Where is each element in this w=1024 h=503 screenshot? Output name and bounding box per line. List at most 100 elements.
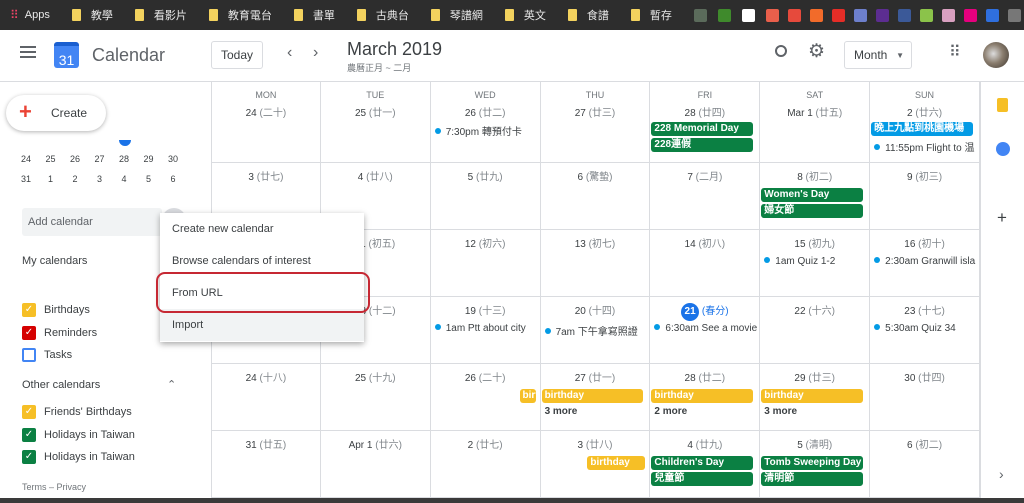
date-label[interactable]: 28 (廿二) [650, 369, 759, 384]
timed-event[interactable]: 1am Quiz 1-2 [764, 256, 867, 267]
mini-day[interactable]: 29 [139, 154, 159, 164]
day-cell[interactable]: 30 (廿四) [870, 364, 980, 431]
google-apps-icon[interactable]: ⠿ [949, 42, 961, 62]
more-events-link[interactable]: 3 more [764, 406, 797, 417]
bookmark-favicon-icon[interactable] [717, 8, 731, 22]
mini-day[interactable]: 2 [65, 174, 85, 184]
date-label[interactable]: 13 (初七) [541, 235, 650, 250]
date-label[interactable]: 6 (初二) [870, 436, 979, 451]
bookmark-folder[interactable]: 書單 [293, 7, 335, 23]
mini-day[interactable]: 4 [114, 174, 134, 184]
view-select[interactable]: Month ▼ [844, 41, 912, 69]
date-label[interactable]: 26 (二十) [431, 369, 540, 384]
bookmark-favicon-icon[interactable] [875, 8, 889, 22]
bookmark-favicon-icon[interactable] [963, 8, 977, 22]
mini-day[interactable]: 24 [16, 154, 36, 164]
bookmark-folder[interactable]: 英文 [504, 7, 546, 23]
day-cell[interactable]: 23 (十七) 5:30am Quiz 34 [870, 297, 980, 364]
birthday-event-chip[interactable]: birthday [541, 389, 644, 403]
date-label[interactable]: 2 (廿七) [431, 436, 540, 451]
calendar-checkbox[interactable]: ✓ [22, 325, 36, 340]
day-cell[interactable]: TUE 25 (廿一) [320, 82, 431, 163]
day-cell[interactable]: 13 (初七) [540, 230, 651, 297]
day-cell[interactable]: 15 (初九) 1am Quiz 1-2 [760, 230, 871, 297]
mini-day[interactable]: 1 [41, 174, 61, 184]
date-label[interactable]: 27 (廿三) [541, 104, 650, 119]
date-label[interactable]: 23 (十七) [870, 302, 979, 317]
day-cell[interactable]: WED 26 (廿二) 7:30pm 轉預付卡 [430, 82, 541, 163]
mini-day[interactable]: 28 [114, 154, 134, 164]
calendar-checkbox[interactable]: ✓ [22, 405, 36, 419]
menu-item-import[interactable]: Import [160, 309, 364, 341]
date-label[interactable]: 31 (廿五) [212, 436, 320, 451]
bookmark-favicon-icon[interactable] [831, 8, 845, 22]
mini-day[interactable]: 25 [41, 154, 61, 164]
timed-event[interactable]: 7:30pm 轉預付卡 [435, 123, 538, 138]
date-label[interactable]: 30 (廿四) [870, 369, 979, 384]
day-cell[interactable]: 27 (廿一) birthday 3 more [540, 364, 651, 431]
day-cell[interactable]: 22 (十六) [760, 297, 871, 364]
mini-day[interactable]: 27 [90, 154, 110, 164]
date-label[interactable]: 22 (十六) [760, 302, 869, 317]
day-cell[interactable]: 24 (十八) [211, 364, 321, 431]
collapse-chevron-icon[interactable]: ⌃ [167, 378, 176, 391]
day-cell[interactable]: MON 24 (二十) [211, 82, 321, 163]
create-button[interactable]: + Create [6, 95, 106, 131]
day-cell[interactable]: 12 (初六) [430, 230, 541, 297]
day-cell[interactable]: 20 (十四) 7am 下午拿寫照證 [540, 297, 651, 364]
day-cell[interactable]: 9 (初三) [870, 163, 980, 230]
date-label[interactable]: 4 (廿九) [650, 436, 759, 451]
bookmark-favicon-icon[interactable] [919, 8, 933, 22]
date-label[interactable]: 16 (初十) [870, 235, 979, 250]
date-label[interactable]: 25 (廿一) [321, 104, 430, 119]
date-label[interactable]: 5 (廿九) [431, 168, 540, 183]
holiday-event-chip[interactable]: Children's Day [651, 456, 754, 470]
date-label[interactable]: Apr 1 (廿六) [321, 436, 430, 451]
bookmark-favicon-icon[interactable] [693, 8, 707, 22]
bookmark-folder[interactable]: 看影片 [134, 7, 187, 23]
holiday-event-chip[interactable]: 兒童節 [651, 472, 754, 486]
bookmark-folder[interactable]: 教育電台 [208, 7, 272, 23]
day-cell[interactable]: 28 (廿二) birthday 2 more [650, 364, 761, 431]
mini-day[interactable]: 30 [163, 154, 183, 164]
date-label[interactable]: 12 (初六) [431, 235, 540, 250]
day-cell[interactable]: 3 (廿八) birthday [540, 431, 651, 498]
tasks-icon[interactable] [996, 142, 1010, 156]
timed-event[interactable]: 1am Ptt about city [435, 323, 538, 334]
today-date-badge[interactable]: 21 [681, 303, 700, 321]
bookmark-favicon-icon[interactable] [853, 8, 867, 22]
mini-day[interactable]: 6 [163, 174, 183, 184]
bookmark-favicon-icon[interactable] [1007, 8, 1021, 22]
menu-item-create-new-calendar[interactable]: Create new calendar [160, 213, 364, 245]
date-label[interactable]: 15 (初九) [760, 235, 869, 250]
bookmark-folder[interactable]: 暫存 [630, 7, 672, 23]
holiday-event-chip[interactable]: 228 Memorial Day [651, 122, 754, 136]
bookmark-folder[interactable]: 教學 [71, 7, 113, 23]
date-label[interactable]: 3 (廿七) [212, 168, 320, 183]
date-label[interactable]: 24 (二十) [212, 104, 320, 119]
day-cell[interactable]: 5 (廿九) [430, 163, 541, 230]
day-cell[interactable]: THU 27 (廿三) [540, 82, 651, 163]
search-icon[interactable] [775, 45, 787, 57]
day-cell[interactable]: 5 (清明) Tomb Sweeping Day 清明節 [760, 431, 871, 498]
terms-privacy-links[interactable]: Terms – Privacy [22, 482, 86, 492]
date-label[interactable]: 4 (廿八) [321, 168, 430, 183]
day-cell[interactable]: 2 (廿七) [430, 431, 541, 498]
day-cell[interactable]: 31 (廿五) [211, 431, 321, 498]
date-label[interactable]: 28 (廿四) [650, 104, 759, 119]
more-events-link[interactable]: 3 more [545, 406, 578, 417]
timed-event[interactable]: 2:30am Granwill isla [874, 256, 977, 267]
bookmark-favicon-icon[interactable] [985, 8, 999, 22]
date-label[interactable]: 24 (十八) [212, 369, 320, 384]
event-event-chip[interactable]: 晚上九點到桃園機場 [871, 122, 973, 136]
date-label[interactable]: 29 (廿三) [760, 369, 869, 384]
mini-day[interactable]: 3 [90, 174, 110, 184]
day-cell[interactable]: FRI 28 (廿四) 228 Memorial Day 228連假 [650, 82, 761, 163]
day-cell[interactable]: 16 (初十) 2:30am Granwill isla [870, 230, 980, 297]
date-label[interactable]: 6 (驚蟄) [541, 168, 650, 183]
date-label[interactable]: 8 (初二) [760, 168, 869, 183]
bookmark-favicon-icon[interactable] [897, 8, 911, 22]
date-label[interactable]: 5 (清明) [760, 436, 869, 451]
day-cell[interactable]: 19 (十三) 1am Ptt about city [430, 297, 541, 364]
previous-month-icon[interactable]: ‹ [287, 44, 292, 62]
